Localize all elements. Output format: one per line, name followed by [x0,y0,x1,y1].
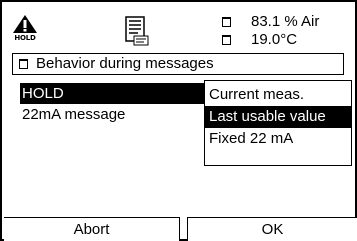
list-item-22ma-message[interactable]: 22mA message [20,104,210,125]
options-dropdown: Current meas. Last usable value Fixed 22… [204,80,352,166]
channel-icon [222,17,231,27]
option-current-meas[interactable]: Current meas. [205,84,351,106]
menu-icon [19,59,28,69]
page-title: Behavior during messages [36,55,214,72]
measurement-temperature: 19.0°C [222,32,297,48]
list-item-hold[interactable]: HOLD [20,83,210,104]
menu-title-bar: Behavior during messages [12,53,344,75]
hold-status-label: HOLD [14,34,36,42]
abort-button[interactable]: Abort [4,217,180,241]
hold-warning-icon: HOLD [12,14,38,44]
option-last-usable-value[interactable]: Last usable value [205,106,351,128]
measurement-value: 19.0°C [251,31,298,48]
measurement-value: 83.1 % Air [251,13,320,30]
measurement-oxygen: 83.1 % Air [222,14,319,30]
ok-button[interactable]: OK [187,217,357,241]
option-fixed-22ma[interactable]: Fixed 22 mA [205,128,351,150]
channel-icon [222,35,231,45]
parameter-list: HOLD 22mA message [20,83,210,125]
softkey-bar: Abort OK [2,217,357,241]
document-icon [124,16,154,48]
device-display: HOLD 83.1 % Air 19.0°C Behavior during m… [0,0,357,241]
